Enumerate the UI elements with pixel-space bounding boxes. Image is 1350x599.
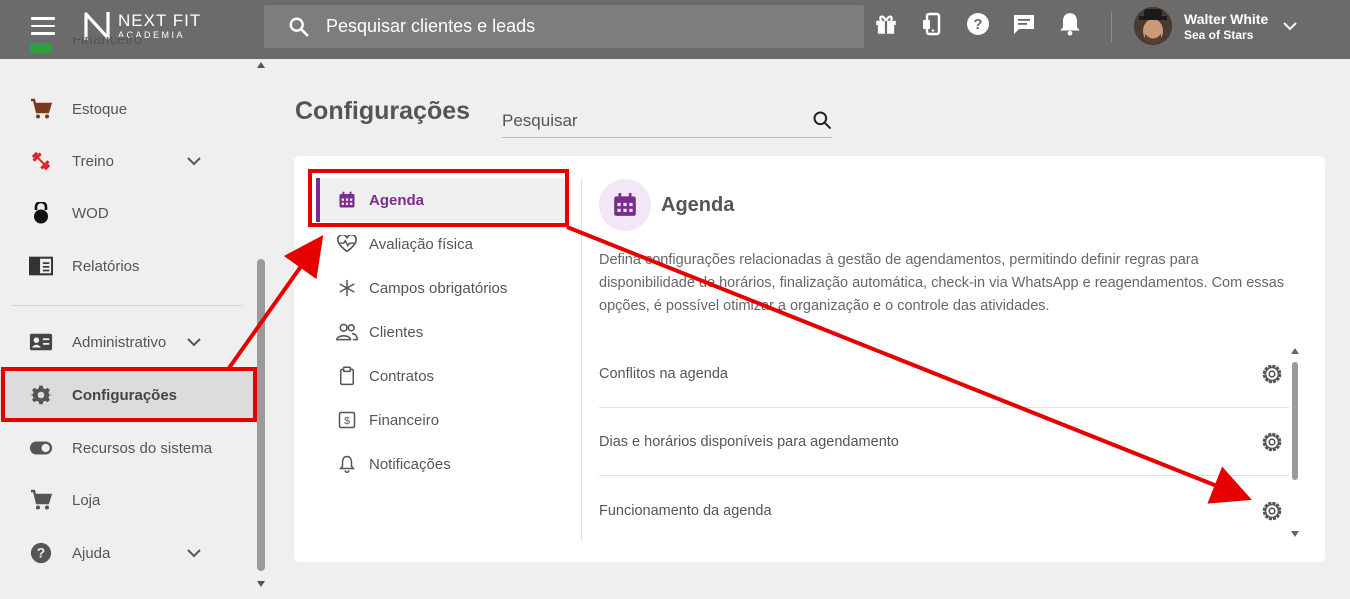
- settings-menu-label: Avaliação física: [369, 235, 473, 253]
- scroll-thumb[interactable]: [1292, 362, 1298, 480]
- sidebar-item-relatorios[interactable]: Relatórios: [0, 241, 255, 291]
- svg-text:?: ?: [973, 16, 982, 33]
- settings-menu-label: Financeiro: [369, 411, 440, 429]
- global-search: [264, 5, 864, 48]
- sidebar-divider: [11, 305, 242, 306]
- id-card-icon: [29, 330, 53, 354]
- sidebar-item-administrativo[interactable]: Administrativo: [0, 317, 255, 367]
- sidebar-item-label: Loja: [72, 491, 101, 509]
- user-name: Walter White: [1184, 10, 1269, 27]
- dollar-icon: $: [336, 409, 358, 431]
- sidebar-item-treino[interactable]: Treino: [0, 136, 255, 186]
- bell-icon: [336, 453, 358, 475]
- section-title: Agenda: [661, 194, 735, 216]
- settings-search-input[interactable]: [502, 110, 802, 131]
- search-icon: [289, 17, 309, 37]
- brand-name: NEXT FIT: [118, 11, 202, 30]
- cart-icon: [29, 97, 53, 121]
- gear-icon[interactable]: [1260, 430, 1284, 454]
- svg-text:?: ?: [37, 546, 45, 561]
- gift-icon[interactable]: [872, 10, 900, 38]
- settings-row-label: Funcionamento da agenda: [599, 503, 772, 519]
- sidebar-item-label: WOD: [72, 204, 109, 222]
- cart-icon: [29, 488, 53, 512]
- scroll-thumb[interactable]: [257, 259, 265, 571]
- calendar-icon: [599, 179, 651, 231]
- sidebar-item-ajuda[interactable]: ? Ajuda: [0, 528, 255, 578]
- settings-menu-label: Campos obrigatórios: [369, 279, 508, 297]
- sidebar-item-estoque[interactable]: Estoque: [0, 84, 255, 134]
- clipboard-icon: [336, 365, 358, 387]
- toggle-icon: [29, 436, 53, 460]
- sidebar-item-label: Financeiro: [72, 37, 143, 48]
- divider: [1111, 12, 1112, 42]
- settings-row[interactable]: Conflitos na agenda: [599, 340, 1289, 408]
- settings-menu-notificacoes[interactable]: Notificações: [316, 442, 566, 486]
- settings-menu-contratos[interactable]: Contratos: [316, 354, 566, 398]
- sidebar-item-wod[interactable]: WOD: [0, 188, 255, 238]
- sidebar-item-label: Relatórios: [72, 257, 140, 275]
- mobile-app-icon[interactable]: [918, 10, 946, 38]
- scroll-down-icon[interactable]: [1291, 531, 1299, 537]
- sidebar: Financeiro Estoque Treino WOD Relatórios…: [0, 37, 268, 599]
- settings-menu-financeiro[interactable]: $ Financeiro: [316, 398, 566, 442]
- divider: [581, 178, 582, 540]
- kettlebell-icon: [29, 201, 53, 225]
- settings-row[interactable]: Dias e horários disponíveis para agendam…: [599, 408, 1289, 476]
- settings-menu-label: Contratos: [369, 367, 435, 385]
- sidebar-item-label: Estoque: [72, 100, 128, 118]
- settings-menu-label: Clientes: [369, 323, 424, 341]
- sidebar-item-label: Administrativo: [72, 333, 167, 351]
- asterisk-icon: [336, 277, 358, 299]
- scroll-up-icon[interactable]: [257, 62, 265, 68]
- settings-menu-label: Notificações: [369, 455, 451, 473]
- chevron-down-icon: [187, 549, 201, 558]
- chevron-down-icon: [187, 157, 201, 166]
- sidebar-item-loja[interactable]: Loja: [0, 475, 255, 525]
- content-scrollbar[interactable]: [1289, 348, 1301, 540]
- settings-row[interactable]: Funcionamento da agenda: [599, 477, 1289, 545]
- dumbbell-icon: [29, 149, 53, 173]
- sidebar-item-financeiro[interactable]: Financeiro: [0, 37, 255, 57]
- report-icon: [29, 254, 53, 278]
- scroll-down-icon[interactable]: [257, 581, 265, 587]
- chevron-down-icon: [187, 338, 201, 347]
- sidebar-item-label: Recursos do sistema: [72, 439, 213, 457]
- settings-menu-avaliacao[interactable]: Avaliação física: [316, 222, 566, 266]
- user-menu[interactable]: Walter White Sea of Stars: [1134, 7, 1298, 45]
- search-icon[interactable]: [812, 110, 832, 130]
- global-search-input[interactable]: [326, 16, 826, 37]
- avatar: [1134, 7, 1172, 45]
- bell-icon[interactable]: [1056, 10, 1084, 38]
- settings-row-label: Conflitos na agenda: [599, 365, 728, 382]
- svg-text:$: $: [344, 415, 350, 427]
- menu-icon[interactable]: [31, 17, 55, 37]
- section-description: Defina configurações relacionadas à gest…: [599, 252, 1285, 314]
- highlight-box: [308, 169, 569, 227]
- help-icon[interactable]: ?: [964, 10, 992, 38]
- user-org: Sea of Stars: [1184, 27, 1254, 42]
- page-title: Configurações: [295, 97, 471, 125]
- help-icon: ?: [29, 541, 53, 565]
- gear-icon[interactable]: [1260, 499, 1284, 523]
- sidebar-item-label: Treino: [72, 152, 114, 170]
- heart-pulse-icon: [336, 233, 358, 255]
- settings-menu-campos[interactable]: Campos obrigatórios: [316, 266, 566, 310]
- sidebar-scrollbar[interactable]: [255, 59, 267, 599]
- settings-menu-clientes[interactable]: Clientes: [316, 310, 566, 354]
- money-icon: [29, 37, 53, 57]
- gear-icon[interactable]: [1260, 362, 1284, 386]
- sidebar-item-recursos[interactable]: Recursos do sistema: [0, 423, 255, 473]
- scroll-up-icon[interactable]: [1291, 348, 1299, 354]
- highlight-box: [1, 367, 257, 422]
- sidebar-item-label: Ajuda: [72, 544, 111, 562]
- chat-icon[interactable]: [1010, 10, 1038, 38]
- settings-search: [502, 104, 832, 138]
- settings-row-label: Dias e horários disponíveis para agendam…: [599, 433, 899, 450]
- chevron-down-icon: [1283, 22, 1297, 31]
- users-icon: [336, 321, 358, 343]
